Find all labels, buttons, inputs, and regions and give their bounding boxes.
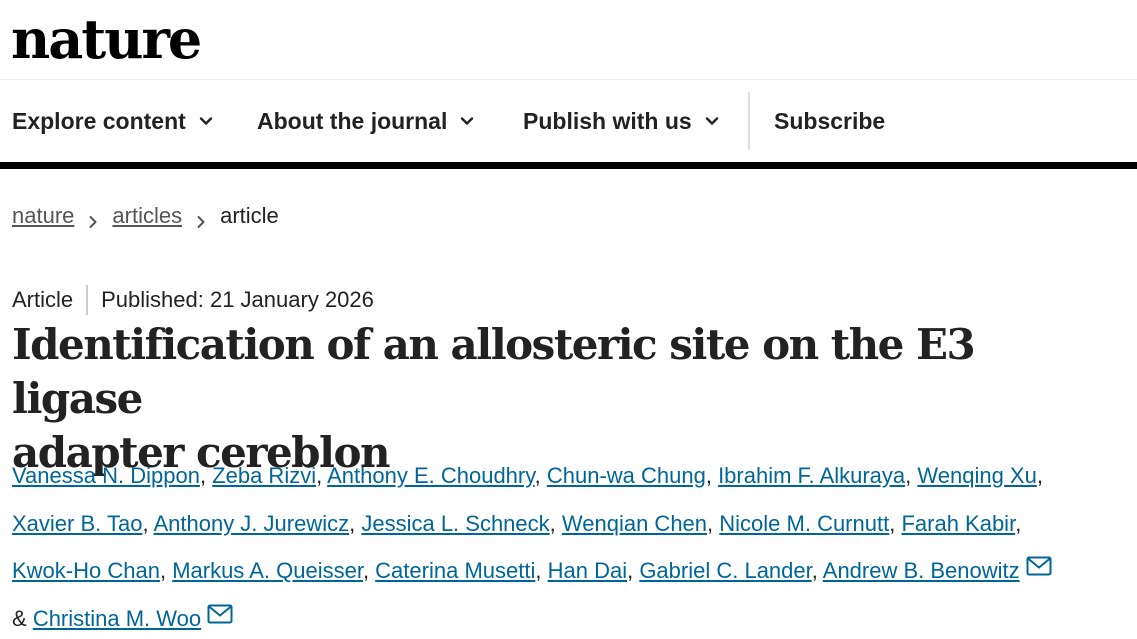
- nav-underline-bar: [0, 162, 1137, 169]
- breadcrumb-link-nature[interactable]: nature: [12, 203, 74, 229]
- author-link[interactable]: Nicole M. Curnutt: [719, 511, 889, 536]
- author-link[interactable]: Wenqing Xu: [917, 463, 1036, 488]
- author-link[interactable]: Xavier B. Tao: [12, 511, 142, 536]
- nav-publish-with-us[interactable]: Publish with us: [523, 80, 720, 162]
- nature-logo[interactable]: nature: [11, 4, 202, 74]
- author-link[interactable]: Christina M. Woo: [33, 606, 201, 631]
- author-link[interactable]: Markus A. Queisser: [172, 558, 363, 583]
- breadcrumb-current: article: [220, 203, 279, 228]
- title-line-1: Identification of an allosteric site on …: [12, 320, 976, 423]
- author-link[interactable]: Vanessa N. Dippon: [12, 463, 200, 488]
- nav-item-label: Subscribe: [774, 107, 886, 134]
- author-link[interactable]: Farah Kabir: [901, 511, 1015, 536]
- envelope-icon[interactable]: [1026, 556, 1052, 576]
- author-conjunction: &: [12, 605, 27, 631]
- main-nav: Explore content About the journal Publis…: [0, 80, 1137, 162]
- author-link[interactable]: Wenqian Chen: [562, 511, 707, 536]
- nav-item-label: About the journal: [257, 107, 448, 134]
- nav-explore-content[interactable]: Explore content: [12, 80, 214, 162]
- breadcrumb: nature articles article: [12, 200, 279, 232]
- article-meta: Article Published: 21 January 2026: [12, 284, 374, 316]
- author-link[interactable]: Caterina Musetti: [375, 558, 535, 583]
- site-header: nature: [0, 0, 1137, 80]
- author-link[interactable]: Andrew B. Benowitz: [823, 558, 1020, 583]
- chevron-right-icon: [196, 209, 206, 228]
- nav-divider: [748, 92, 750, 150]
- author-link[interactable]: Chun-wa Chung: [547, 463, 706, 488]
- author-link[interactable]: Anthony E. Choudhry: [327, 463, 535, 488]
- author-link[interactable]: Jessica L. Schneck: [361, 511, 549, 536]
- nav-subscribe[interactable]: Subscribe: [774, 80, 885, 162]
- author-link[interactable]: Zeba Rizvi: [212, 463, 316, 488]
- author-link[interactable]: Han Dai: [548, 558, 627, 583]
- envelope-icon[interactable]: [207, 604, 233, 624]
- meta-divider: [86, 285, 89, 315]
- chevron-down-icon: [704, 113, 720, 129]
- chevron-down-icon: [459, 113, 475, 129]
- author-link[interactable]: Gabriel C. Lander: [639, 558, 811, 583]
- author-link[interactable]: Anthony J. Jurewicz: [153, 511, 349, 536]
- chevron-down-icon: [198, 113, 214, 129]
- nav-item-label: Publish with us: [523, 107, 692, 134]
- author-list: Vanessa N. Dippon, Zeba Rizvi, Anthony E…: [12, 452, 1122, 639]
- published-date: Published: 21 January 2026: [101, 287, 374, 312]
- article-type: Article: [12, 287, 74, 312]
- author-link[interactable]: Kwok-Ho Chan: [12, 558, 160, 583]
- nav-item-label: Explore content: [12, 107, 186, 134]
- nav-about-journal[interactable]: About the journal: [257, 80, 475, 162]
- chevron-right-icon: [88, 209, 98, 228]
- breadcrumb-link-articles[interactable]: articles: [112, 203, 182, 229]
- author-link[interactable]: Ibrahim F. Alkuraya: [718, 463, 905, 488]
